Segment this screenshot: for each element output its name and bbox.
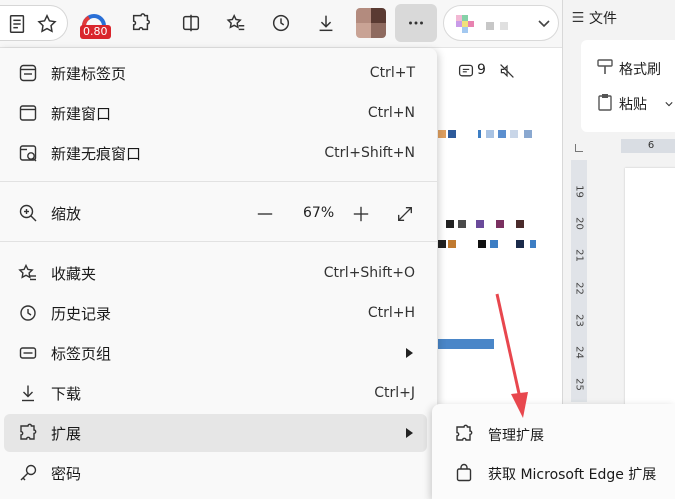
menu-item-label: 密码 bbox=[51, 464, 82, 483]
submenu-item-get-extensions[interactable]: 获取 Microsoft Edge 扩展 bbox=[440, 454, 675, 492]
menu-item-shortcut: Ctrl+J bbox=[374, 385, 415, 401]
favorites-icon bbox=[18, 263, 38, 283]
fullscreen-button[interactable] bbox=[393, 202, 417, 226]
menu-divider bbox=[0, 181, 437, 182]
submenu-item-label: 管理扩展 bbox=[488, 428, 544, 444]
ruler-corner bbox=[575, 144, 583, 152]
profile-avatar[interactable] bbox=[356, 8, 386, 38]
account-switcher[interactable] bbox=[443, 5, 559, 41]
zoom-out-button[interactable] bbox=[253, 202, 277, 226]
downloads-icon[interactable] bbox=[309, 6, 343, 40]
more-dots-icon bbox=[409, 21, 423, 25]
minus-icon bbox=[257, 213, 273, 215]
ruler-number: 19 bbox=[573, 185, 585, 198]
browser-settings-menu: 新建标签页 Ctrl+T 新建窗口 Ctrl+N 新建无痕窗口 Ctrl+Shi… bbox=[0, 48, 437, 499]
menu-item-shortcut: Ctrl+Shift+N bbox=[324, 145, 415, 161]
menu-item-favorites[interactable]: 收藏夹 Ctrl+Shift+O bbox=[4, 254, 427, 292]
menu-item-label: 缩放 bbox=[51, 204, 82, 223]
favorite-star-icon[interactable] bbox=[30, 7, 64, 41]
comment-icon bbox=[458, 64, 474, 77]
split-screen-icon[interactable] bbox=[174, 6, 208, 40]
paste-button[interactable]: 粘贴 bbox=[619, 94, 647, 114]
submenu-arrow-icon bbox=[406, 428, 413, 438]
paste-icon bbox=[598, 94, 612, 111]
menu-item-label: 新建标签页 bbox=[51, 64, 127, 83]
history-icon[interactable] bbox=[264, 6, 298, 40]
document-page[interactable] bbox=[625, 168, 675, 408]
ruler-number: 25 bbox=[573, 378, 585, 391]
ruler-top: 6 bbox=[621, 139, 675, 153]
chevron-down-icon[interactable] bbox=[665, 100, 673, 108]
extensions-submenu: 管理扩展 获取 Microsoft Edge 扩展 bbox=[432, 404, 675, 499]
plus-icon bbox=[353, 206, 369, 222]
menu-item-passwords[interactable]: 密码 bbox=[4, 454, 427, 492]
settings-more-button[interactable] bbox=[395, 4, 437, 42]
menu-item-label: 收藏夹 bbox=[51, 264, 97, 283]
menu-item-label: 下载 bbox=[51, 384, 82, 403]
screen: 0.80 文件 格式刷 粘贴 6 19 20 21 22 23 24 25 9 … bbox=[0, 0, 675, 499]
store-bag-icon bbox=[454, 463, 474, 483]
file-menu[interactable]: 文件 bbox=[589, 8, 617, 28]
downloads-icon bbox=[18, 383, 38, 403]
hamburger-icon[interactable] bbox=[571, 10, 585, 24]
inprivate-window-icon bbox=[18, 143, 38, 163]
extension-badge: 0.80 bbox=[80, 25, 111, 39]
menu-item-new-tab[interactable]: 新建标签页 Ctrl+T bbox=[4, 54, 427, 92]
extension-speed-button[interactable]: 0.80 bbox=[76, 8, 112, 40]
menu-item-label: 历史记录 bbox=[51, 304, 112, 323]
menu-item-label: 新建无痕窗口 bbox=[51, 144, 142, 163]
menu-item-shortcut: Ctrl+N bbox=[367, 105, 415, 121]
format-painter-icon bbox=[597, 59, 613, 74]
menu-item-shortcut: Ctrl+Shift+O bbox=[323, 265, 415, 281]
fullscreen-icon bbox=[398, 207, 412, 221]
comment-count: 9 bbox=[477, 62, 486, 78]
ruler-number: 23 bbox=[573, 314, 585, 327]
ruler-number: 21 bbox=[573, 249, 585, 262]
menu-item-shortcut: Ctrl+H bbox=[367, 305, 415, 321]
menu-item-new-window[interactable]: 新建窗口 Ctrl+N bbox=[4, 94, 427, 132]
submenu-item-manage-extensions[interactable]: 管理扩展 bbox=[440, 415, 675, 453]
new-window-icon bbox=[18, 103, 38, 123]
new-tab-icon bbox=[18, 63, 38, 83]
format-painter-button[interactable]: 格式刷 bbox=[619, 59, 661, 79]
key-icon bbox=[18, 463, 38, 483]
extensions-puzzle-icon bbox=[18, 423, 38, 443]
tab-groups-icon bbox=[18, 343, 38, 363]
zoom-icon bbox=[18, 203, 38, 223]
menu-item-shortcut: Ctrl+T bbox=[369, 65, 415, 81]
submenu-item-label: 获取 Microsoft Edge 扩展 bbox=[488, 467, 657, 483]
submenu-arrow-icon bbox=[406, 348, 413, 358]
menu-item-extensions[interactable]: 扩展 bbox=[4, 414, 427, 452]
menu-item-new-inprivate-window[interactable]: 新建无痕窗口 Ctrl+Shift+N bbox=[4, 134, 427, 172]
mute-icon bbox=[500, 64, 514, 78]
zoom-value: 67% bbox=[303, 205, 335, 221]
menu-item-label: 扩展 bbox=[51, 424, 82, 443]
favorites-list-icon[interactable] bbox=[219, 6, 253, 40]
menu-item-history[interactable]: 历史记录 Ctrl+H bbox=[4, 294, 427, 332]
ruler-number: 22 bbox=[573, 282, 585, 295]
ruler-number: 20 bbox=[573, 217, 585, 230]
account-avatar-icon bbox=[456, 15, 550, 33]
ruler-top-number: 6 bbox=[647, 140, 655, 151]
menu-item-downloads[interactable]: 下载 Ctrl+J bbox=[4, 374, 427, 412]
extensions-puzzle-icon bbox=[454, 424, 474, 444]
history-icon bbox=[18, 303, 38, 323]
reader-view-icon[interactable] bbox=[0, 7, 34, 41]
ribbon: 格式刷 粘贴 bbox=[581, 40, 675, 132]
ruler-left: 19 20 21 22 23 24 25 bbox=[571, 160, 587, 402]
menu-divider bbox=[0, 241, 437, 242]
zoom-in-button[interactable] bbox=[349, 202, 373, 226]
menu-item-label: 新建窗口 bbox=[51, 104, 112, 123]
extensions-puzzle-icon[interactable] bbox=[124, 6, 158, 40]
address-bar[interactable] bbox=[0, 5, 68, 41]
ruler-number: 24 bbox=[573, 346, 585, 359]
menu-item-zoom: 缩放 67% bbox=[4, 194, 427, 232]
menu-item-label: 标签页组 bbox=[51, 344, 112, 363]
menu-item-tab-groups[interactable]: 标签页组 bbox=[4, 334, 427, 372]
